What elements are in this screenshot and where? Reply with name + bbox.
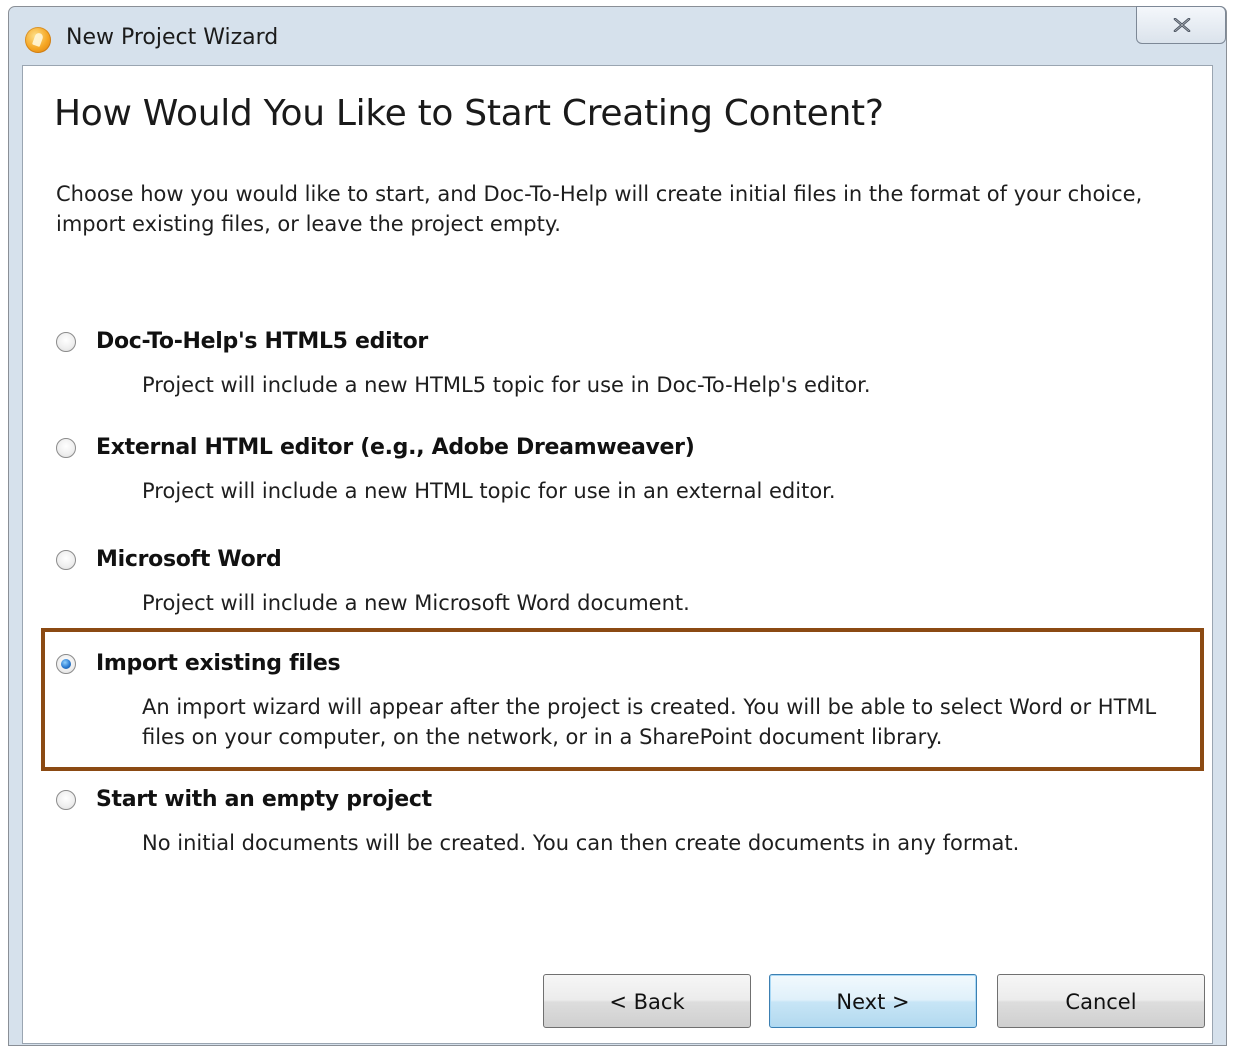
page-title: How Would You Like to Start Creating Con… xyxy=(54,93,884,134)
option-label[interactable]: Microsoft Word xyxy=(96,546,282,574)
close-icon xyxy=(1173,18,1191,32)
option-description: An import wizard will appear after the p… xyxy=(142,695,1157,749)
title-bar: New Project Wizard xyxy=(9,6,1226,65)
option-label[interactable]: Import existing files xyxy=(96,650,341,678)
doc-to-help-app-icon xyxy=(25,27,51,53)
window-title: New Project Wizard xyxy=(66,25,279,50)
option-description: No initial documents will be created. Yo… xyxy=(142,831,1020,855)
wizard-window: New Project Wizard How Would You Like to… xyxy=(8,6,1227,1046)
option-description: Project will include a new HTML5 topic f… xyxy=(142,373,871,397)
radio-empty-project[interactable] xyxy=(56,790,76,810)
radio-html5-editor[interactable] xyxy=(56,332,76,352)
option-label[interactable]: External HTML editor (e.g., Adobe Dreamw… xyxy=(96,434,695,462)
back-button[interactable]: < Back xyxy=(543,974,751,1028)
radio-external-html-editor[interactable] xyxy=(56,438,76,458)
radio-microsoft-word[interactable] xyxy=(56,550,76,570)
cancel-button[interactable]: Cancel xyxy=(997,974,1205,1028)
intro-text: Choose how you would like to start, and … xyxy=(56,182,1143,236)
close-button[interactable] xyxy=(1136,6,1226,44)
option-description: Project will include a new HTML topic fo… xyxy=(142,479,836,503)
option-description: Project will include a new Microsoft Wor… xyxy=(142,591,690,615)
option-label[interactable]: Doc-To-Help's HTML5 editor xyxy=(96,328,428,356)
radio-import-existing-files[interactable] xyxy=(56,654,76,674)
option-label[interactable]: Start with an empty project xyxy=(96,786,432,814)
wizard-content-panel: How Would You Like to Start Creating Con… xyxy=(22,65,1213,1044)
next-button[interactable]: Next > xyxy=(769,974,977,1028)
